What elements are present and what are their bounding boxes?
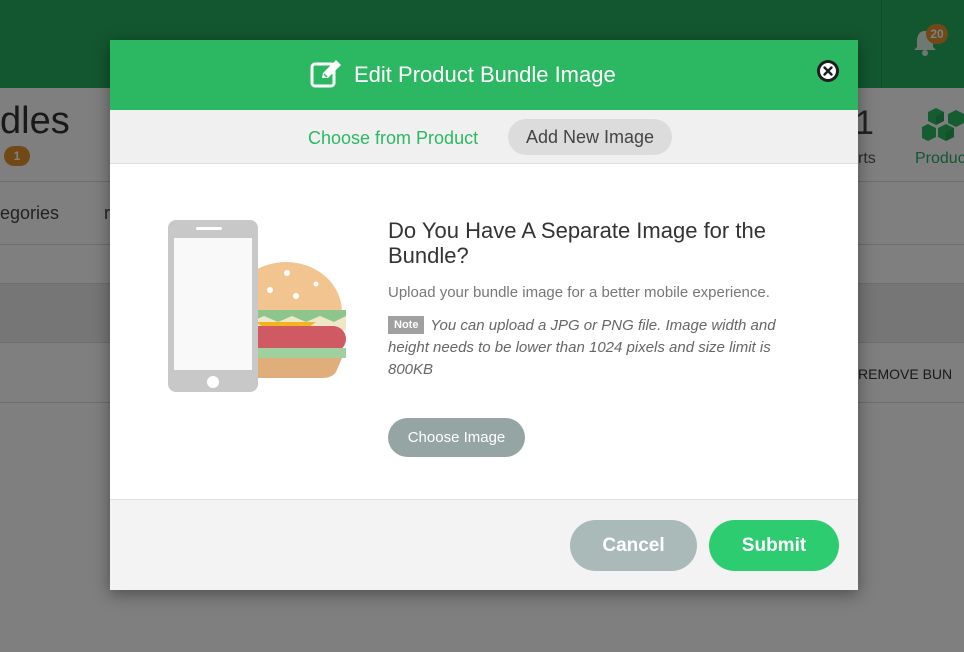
note-text: You can upload a JPG or PNG file. Image … [388,317,776,378]
tab-choose-from-product[interactable]: Choose from Product [308,128,478,149]
modal-footer: Cancel Submit [110,499,858,590]
tab-add-new-image[interactable]: Add New Image [508,119,673,155]
close-button[interactable] [817,60,839,82]
submit-button[interactable]: Submit [709,520,839,571]
upload-heading: Do You Have A Separate Image for the Bun… [388,218,766,268]
edit-icon [310,60,341,88]
modal-tabs: Choose from Product Add New Image [110,110,858,164]
upload-note: Note You can upload a JPG or PNG file. I… [388,315,818,381]
modal-title: Edit Product Bundle Image [354,62,616,87]
upload-subtitle: Upload your bundle image for a better mo… [388,284,770,301]
close-icon [820,63,836,79]
modal-header: Edit Product Bundle Image [110,40,858,110]
edit-bundle-image-modal: Edit Product Bundle Image Choose from Pr… [110,40,858,590]
note-badge: Note [388,316,425,334]
choose-image-button[interactable]: Choose Image [388,418,525,457]
upload-content: Do You Have A Separate Image for the Bun… [388,218,818,381]
phone-burger-illustration [168,220,346,392]
cancel-button[interactable]: Cancel [570,520,697,571]
